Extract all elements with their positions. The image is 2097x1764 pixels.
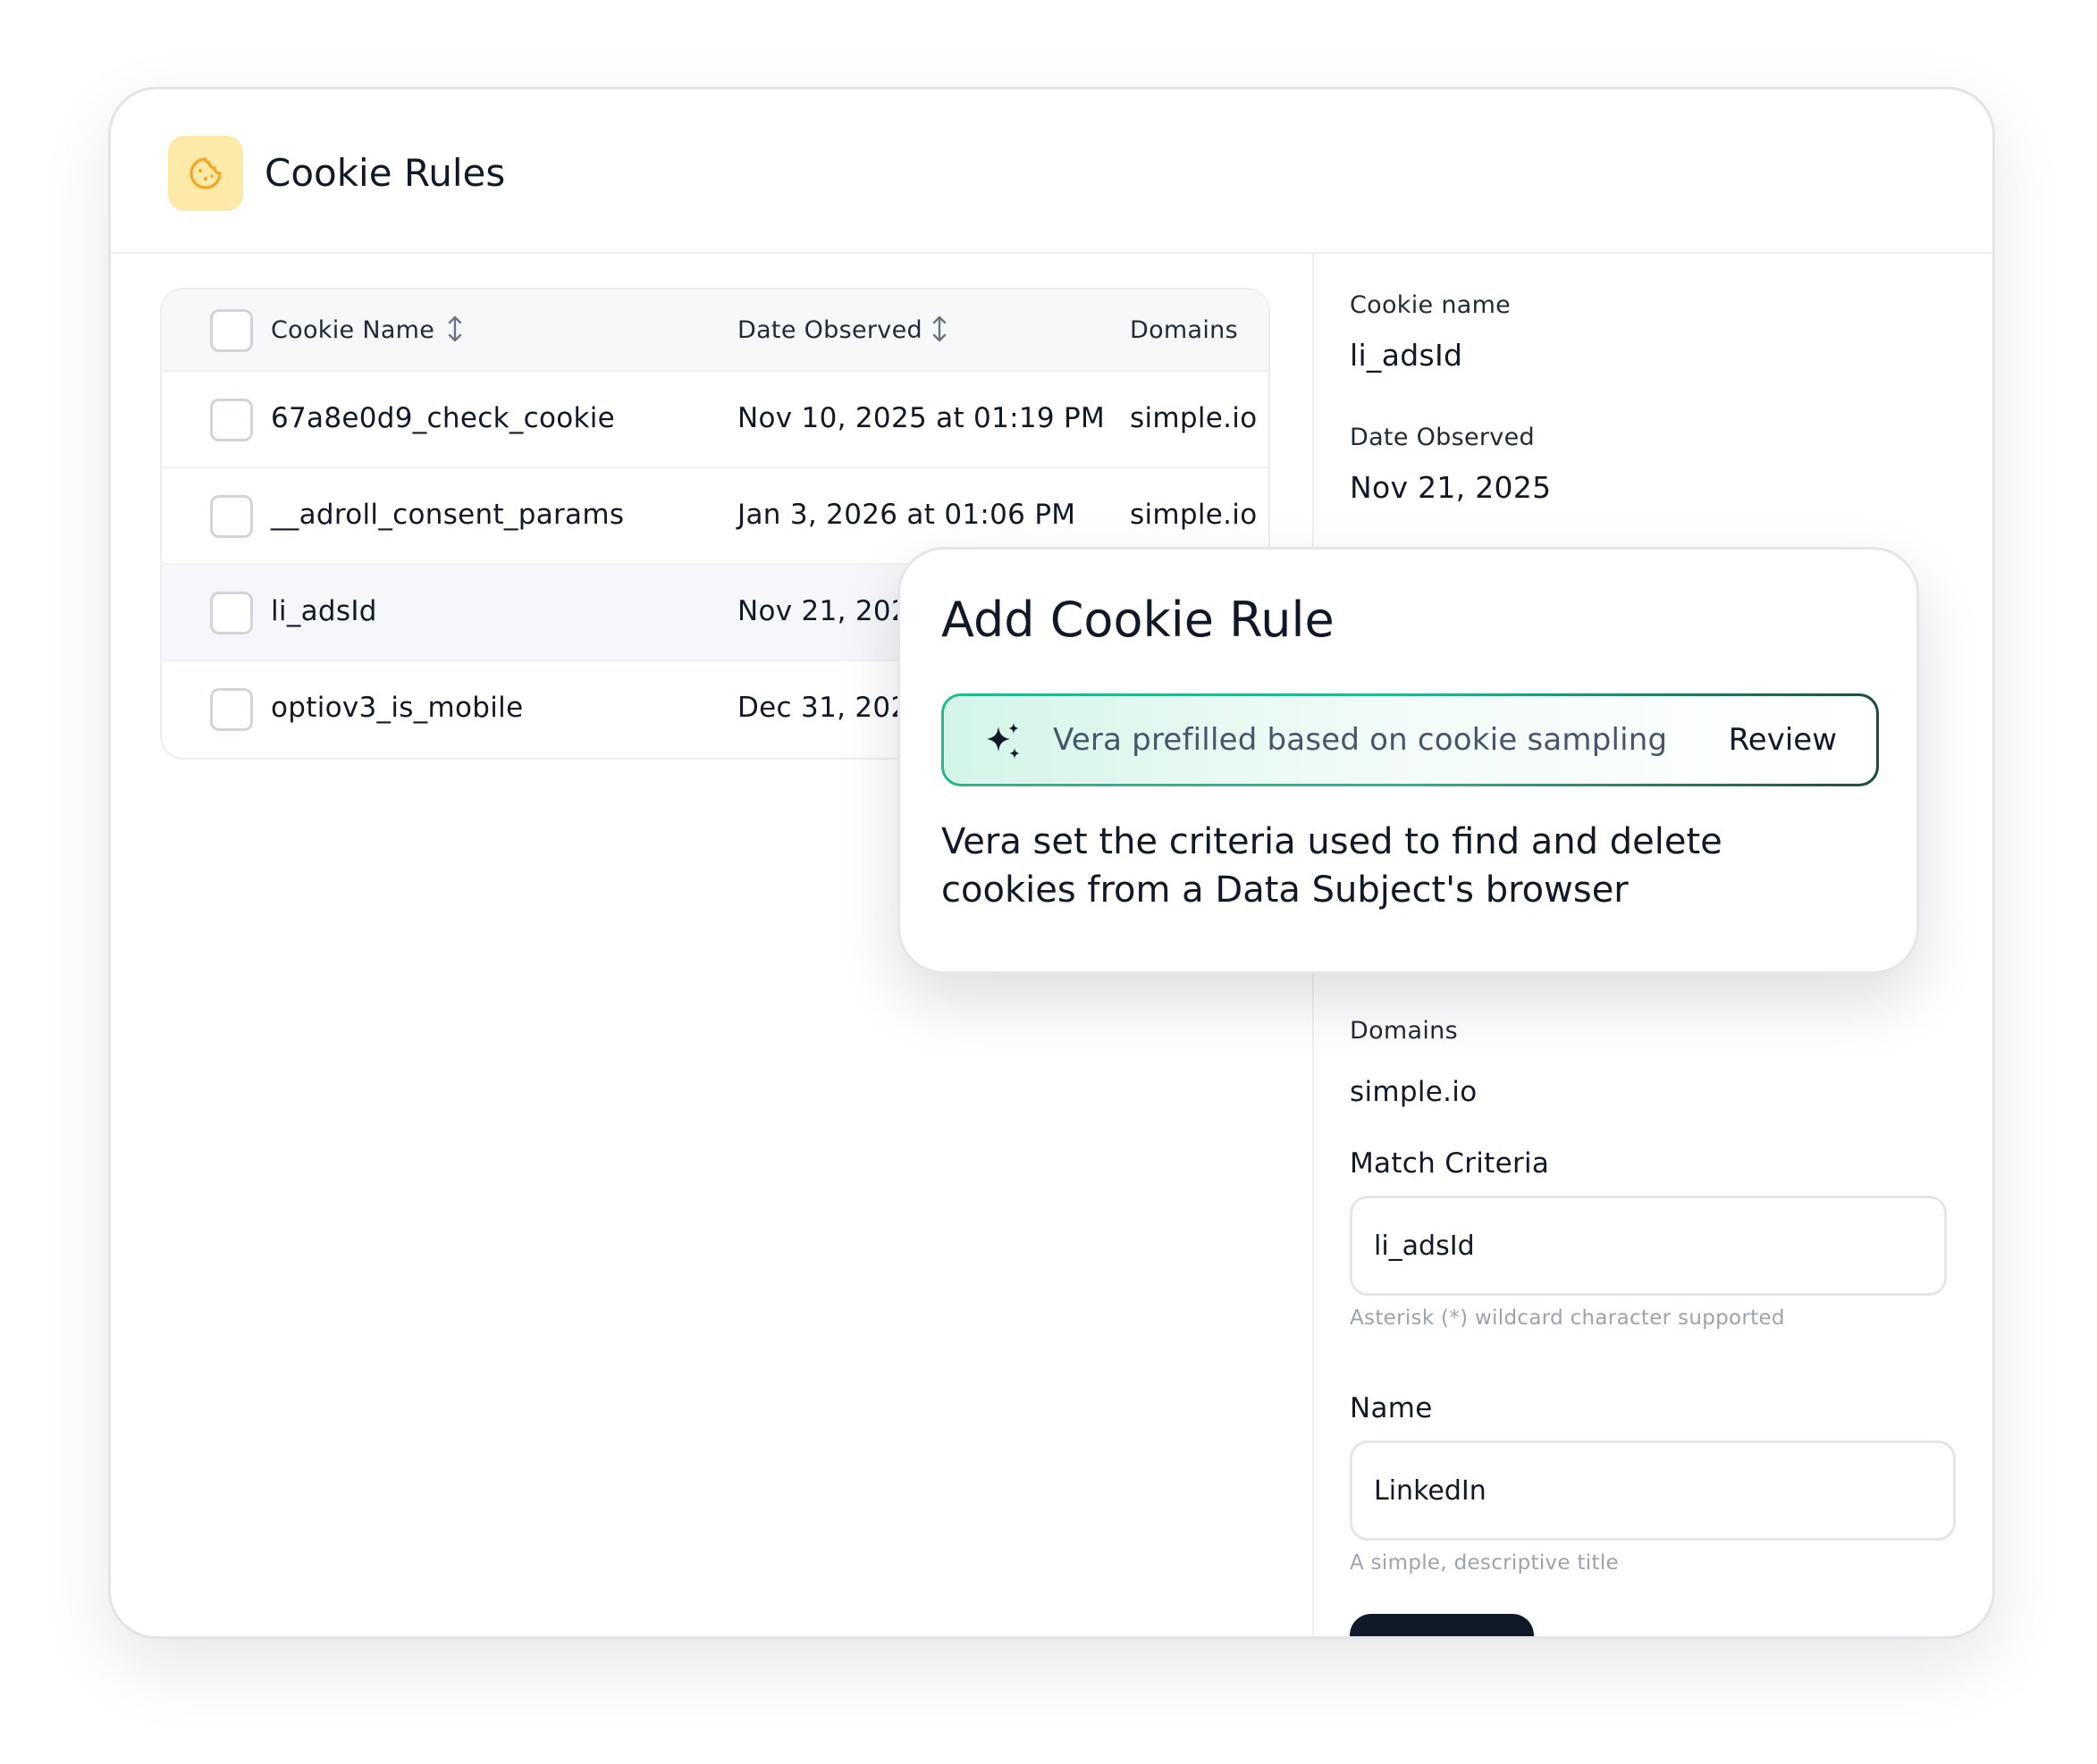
page-title: Cookie Rules xyxy=(265,151,506,195)
match-criteria-label: Match Criteria xyxy=(1350,1147,1550,1180)
save-button[interactable] xyxy=(1350,1614,1534,1636)
match-criteria-input[interactable] xyxy=(1350,1196,1947,1296)
row-checkbox[interactable] xyxy=(210,592,253,634)
table-header: Cookie Name Date Observed Domains xyxy=(162,290,1268,372)
row-checkbox[interactable] xyxy=(210,399,253,441)
cookie-icon xyxy=(168,136,243,211)
date-cell: Jan 3, 2026 at 01:06 PM xyxy=(737,499,1076,531)
date-observed-value: Nov 21, 2025 xyxy=(1350,470,1552,505)
banner-text: Vera prefilled based on cookie sampling xyxy=(1053,722,1668,758)
popup-description: Vera set the criteria used to find and d… xyxy=(941,821,1722,911)
cookie-name-value: li_adsId xyxy=(1350,338,1463,373)
cookie-name-label: Cookie name xyxy=(1350,291,1512,319)
row-checkbox[interactable] xyxy=(210,495,253,538)
table-row[interactable]: 67a8e0d9_check_cookie Nov 10, 2025 at 01… xyxy=(162,372,1268,468)
name-hint: A simple, descriptive title xyxy=(1350,1551,1619,1575)
domain-cell: simple.io xyxy=(1130,499,1258,531)
cookie-name-cell: 67a8e0d9_check_cookie xyxy=(271,402,616,434)
review-button[interactable]: Review xyxy=(1729,696,1837,784)
row-checkbox[interactable] xyxy=(210,688,253,731)
match-criteria-hint: Asterisk (*) wildcard character supporte… xyxy=(1350,1306,1785,1330)
sparkle-icon xyxy=(987,723,1020,759)
add-cookie-rule-popup: Add Cookie Rule Vera prefilled based on … xyxy=(897,547,1919,974)
domains-label: Domains xyxy=(1350,1017,1458,1045)
sort-icon[interactable] xyxy=(446,315,464,343)
name-input[interactable] xyxy=(1350,1441,1956,1541)
date-observed-label: Date Observed xyxy=(1350,424,1535,451)
select-all-checkbox[interactable] xyxy=(210,309,253,352)
name-label: Name xyxy=(1350,1392,1433,1424)
popup-title: Add Cookie Rule xyxy=(941,592,1335,648)
cookie-name-cell: __adroll_consent_params xyxy=(271,499,625,531)
column-header-cookie-name[interactable]: Cookie Name xyxy=(271,316,434,344)
sort-icon[interactable] xyxy=(931,315,948,343)
vera-prefill-banner: Vera prefilled based on cookie sampling … xyxy=(941,693,1879,786)
date-cell: Nov 10, 2025 at 01:19 PM xyxy=(737,402,1106,434)
column-header-date-observed[interactable]: Date Observed xyxy=(737,316,922,344)
domains-value: simple.io xyxy=(1350,1076,1478,1108)
cookie-name-cell: li_adsId xyxy=(271,595,377,627)
column-header-domains: Domains xyxy=(1130,316,1238,344)
page-header: Cookie Rules xyxy=(111,89,1992,254)
cookie-name-cell: optiov3_is_mobile xyxy=(271,692,524,724)
domain-cell: simple.io xyxy=(1130,402,1258,434)
